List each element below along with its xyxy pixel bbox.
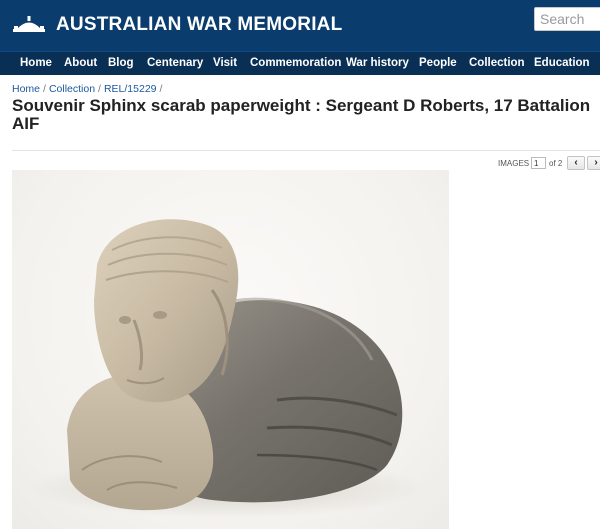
search-input[interactable] — [534, 7, 600, 31]
page-title: Souvenir Sphinx scarab paperweight : Ser… — [12, 96, 591, 133]
nav-item-home[interactable]: Home — [20, 52, 52, 76]
pager-total: of 2 — [549, 159, 563, 168]
main-nav: Home About Blog Centenary Visit Commemor… — [0, 51, 600, 75]
nav-item-blog[interactable]: Blog — [108, 52, 134, 76]
nav-item-education[interactable]: Education — [534, 52, 590, 76]
sphinx-scarab-image — [27, 219, 427, 518]
breadcrumb-separator: / — [159, 83, 163, 95]
nav-item-centenary[interactable]: Centenary — [147, 52, 203, 76]
breadcrumb-separator: / — [98, 83, 101, 95]
breadcrumb-separator: / — [43, 83, 46, 95]
nav-item-collection[interactable]: Collection — [469, 52, 525, 76]
pager-label: IMAGES — [498, 159, 530, 168]
pager-page-input[interactable] — [531, 157, 546, 169]
pager-prev-button[interactable]: ‹ — [567, 156, 585, 170]
object-photo[interactable] — [12, 170, 449, 529]
site-header: AUSTRALIAN WAR MEMORIAL — [0, 0, 600, 51]
nav-item-about[interactable]: About — [64, 52, 97, 76]
nav-item-commemoration[interactable]: Commemoration — [250, 52, 341, 76]
nav-item-visit[interactable]: Visit — [213, 52, 237, 76]
divider — [12, 150, 600, 151]
chevron-right-icon: › — [594, 157, 598, 168]
breadcrumb-home[interactable]: Home — [12, 83, 40, 95]
nav-item-people[interactable]: People — [419, 52, 457, 76]
nav-item-war-history[interactable]: War history — [346, 52, 409, 76]
breadcrumb-item-ref[interactable]: REL/15229 — [104, 83, 157, 95]
chevron-left-icon: ‹ — [574, 157, 578, 168]
breadcrumb-collection[interactable]: Collection — [49, 83, 95, 95]
breadcrumb: Home / Collection / REL/15229/ — [12, 83, 165, 95]
awm-dome-logo-icon[interactable] — [12, 14, 46, 34]
site-title[interactable]: AUSTRALIAN WAR MEMORIAL — [56, 14, 342, 36]
pager-next-button[interactable]: › — [587, 156, 600, 170]
